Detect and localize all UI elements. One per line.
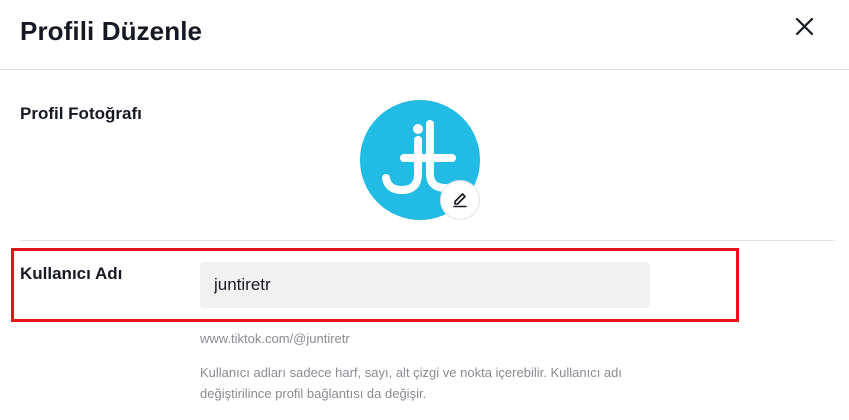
dialog-title: Profili Düzenle bbox=[20, 16, 203, 46]
edit-profile-dialog: Profili Düzenle Profil Fotoğrafı Kullanı… bbox=[0, 0, 849, 420]
pencil-icon bbox=[453, 193, 467, 208]
profile-url: www.tiktok.com/@juntiretr bbox=[200, 331, 350, 346]
section-divider bbox=[20, 240, 835, 241]
username-input[interactable] bbox=[200, 262, 650, 308]
username-label: Kullanıcı Adı bbox=[20, 264, 123, 283]
close-icon bbox=[795, 17, 814, 36]
close-button[interactable] bbox=[790, 12, 820, 42]
edit-photo-button[interactable] bbox=[440, 180, 480, 220]
username-helper-text: Kullanıcı adları sadece harf, sayı, alt … bbox=[200, 365, 622, 401]
profile-photo-label: Profil Fotoğrafı bbox=[20, 104, 142, 123]
header-divider bbox=[0, 69, 849, 70]
